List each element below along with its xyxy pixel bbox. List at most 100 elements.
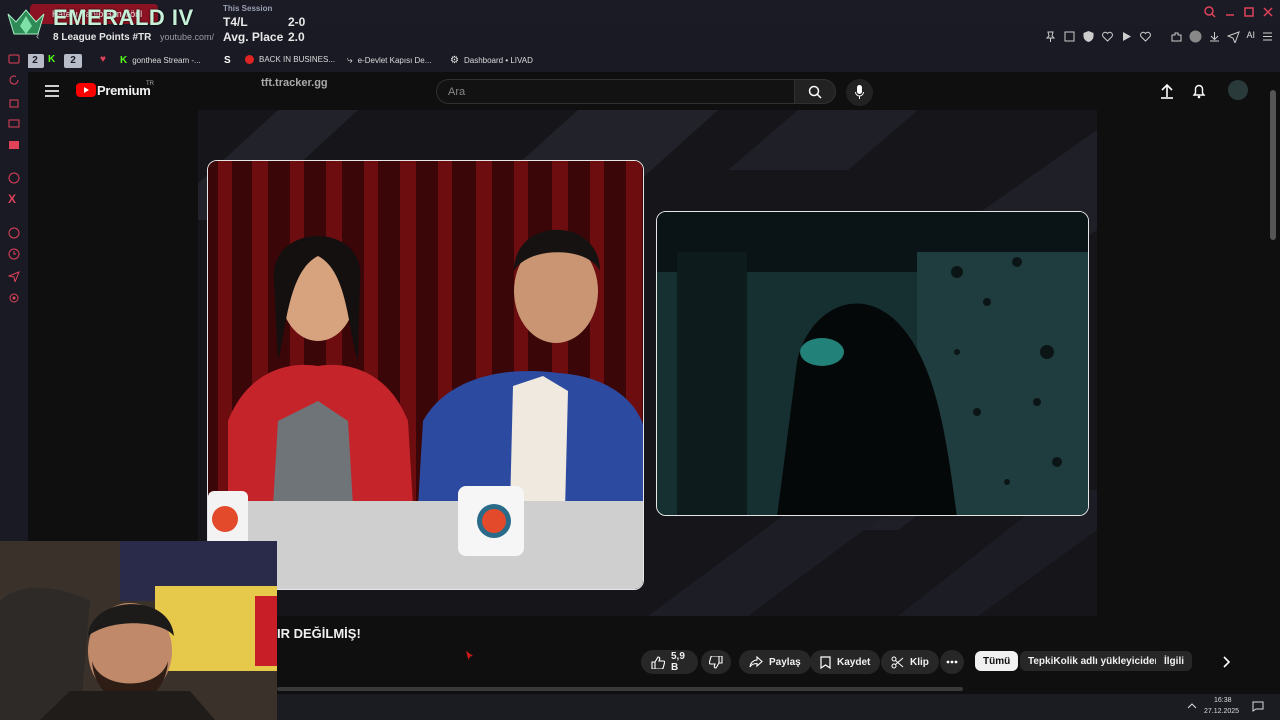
heart-outline-icon[interactable] bbox=[1101, 30, 1114, 43]
search-icon bbox=[808, 85, 822, 99]
close-icon[interactable] bbox=[1261, 5, 1275, 19]
thumbs-up-icon bbox=[651, 655, 665, 669]
heart-bookmark-icon[interactable]: ♥ bbox=[100, 54, 106, 65]
emerald-rank-icon bbox=[6, 8, 46, 40]
bookmark-label: BACK IN BUSINES... bbox=[259, 55, 336, 64]
avatar[interactable] bbox=[1228, 80, 1248, 100]
search-button[interactable] bbox=[794, 79, 836, 104]
bag-icon[interactable] bbox=[8, 96, 20, 108]
minimize-icon[interactable] bbox=[1223, 5, 1237, 19]
video-panel-hosts bbox=[207, 160, 644, 590]
maximize-icon[interactable] bbox=[1242, 5, 1256, 19]
ai-button[interactable]: AI bbox=[1246, 30, 1255, 43]
like-button[interactable]: 5,9 B bbox=[641, 650, 698, 674]
refresh-icon[interactable] bbox=[8, 74, 20, 86]
kick-icon: K bbox=[120, 55, 128, 66]
like-count: 5,9 B bbox=[671, 651, 685, 673]
profile-count-badge: 2 bbox=[26, 54, 44, 68]
webcam-feed bbox=[0, 541, 277, 720]
share-label: Paylaş bbox=[769, 656, 801, 668]
bookmark-item[interactable]: BACK IN BUSINES... bbox=[245, 55, 335, 64]
bookmark-item[interactable]: S bbox=[224, 55, 231, 66]
clock-icon[interactable] bbox=[8, 248, 20, 260]
bookmark-label: gonthea Stream -... bbox=[132, 56, 201, 65]
mail-icon[interactable] bbox=[8, 139, 20, 151]
download-icon[interactable] bbox=[1208, 30, 1221, 43]
clock-date[interactable]: 27.12.2025 bbox=[1204, 708, 1239, 715]
chip-related[interactable]: İlgili bbox=[1156, 651, 1192, 671]
link-icon: ⤷ bbox=[347, 55, 353, 66]
bookmark-label: Dashboard • LIVAD bbox=[463, 56, 533, 65]
clip-button[interactable]: Klip bbox=[881, 650, 939, 674]
scissors-icon bbox=[891, 656, 904, 669]
bookmark-label: e-Devlet Kapısı De... bbox=[357, 56, 432, 65]
microphone-icon bbox=[855, 85, 864, 99]
overlay-league-points: 8 League Points #TR bbox=[53, 32, 152, 43]
tracker-label: tft.tracker.gg bbox=[261, 77, 328, 89]
discord-icon[interactable] bbox=[8, 172, 20, 184]
record-icon bbox=[245, 55, 254, 64]
youtube-logo-text[interactable]: Premium bbox=[97, 83, 151, 98]
windows-taskbar: 16:38 27.12.2025 bbox=[277, 694, 1280, 720]
profile-count-badge: 2 bbox=[64, 54, 82, 68]
clip-label: Klip bbox=[910, 656, 929, 668]
vertical-scrollbar[interactable] bbox=[1270, 90, 1276, 240]
overlay-session-title: This Session bbox=[223, 4, 273, 13]
mouse-cursor-icon bbox=[466, 651, 473, 660]
extensions-icon[interactable] bbox=[1170, 30, 1183, 43]
dislike-button[interactable] bbox=[701, 650, 731, 674]
bookmark-item[interactable]: ⚙ Dashboard • LIVAD bbox=[450, 55, 533, 66]
notification-icon[interactable] bbox=[1252, 701, 1264, 712]
overlay-rank: EMERALD IV bbox=[53, 5, 194, 30]
bookmark-item[interactable]: K gonthea Stream -... bbox=[120, 55, 201, 66]
search-icon[interactable] bbox=[1203, 5, 1217, 19]
tray-expand-icon[interactable] bbox=[1187, 702, 1197, 710]
save-button[interactable]: Kaydet bbox=[810, 650, 881, 674]
x-icon[interactable]: X bbox=[8, 193, 20, 205]
send-icon[interactable] bbox=[1227, 30, 1241, 43]
bookmark-icon bbox=[820, 655, 831, 669]
voice-search-button[interactable] bbox=[846, 79, 873, 106]
hamburger-menu-icon[interactable] bbox=[45, 85, 59, 97]
settings-icon[interactable] bbox=[8, 292, 20, 304]
pin-icon[interactable] bbox=[1044, 30, 1057, 43]
play-circle-icon[interactable] bbox=[8, 227, 20, 239]
clock-time[interactable]: 16:38 bbox=[1214, 697, 1232, 704]
save-label: Kaydet bbox=[837, 656, 871, 668]
monitor-icon[interactable] bbox=[8, 118, 20, 130]
share-icon bbox=[749, 656, 763, 668]
twitch-icon[interactable] bbox=[8, 54, 20, 66]
menu-icon[interactable] bbox=[1261, 30, 1274, 43]
chip-all[interactable]: Tümü bbox=[975, 651, 1019, 671]
share-button[interactable]: Paylaş bbox=[739, 650, 811, 674]
heart-icon[interactable] bbox=[1139, 30, 1152, 43]
toolbar-spacer bbox=[1158, 30, 1164, 43]
play-icon[interactable] bbox=[1120, 30, 1133, 43]
overlay-stat-label: Avg. Place bbox=[223, 30, 284, 44]
upload-icon[interactable] bbox=[1160, 83, 1174, 99]
screenshot-icon[interactable] bbox=[1063, 30, 1076, 43]
dashboard-icon: ⚙ bbox=[450, 55, 459, 66]
search-input[interactable]: Ara bbox=[436, 79, 794, 104]
bookmarks-bar: 2 K 2 ♥ K gonthea Stream -... S BACK IN … bbox=[0, 50, 1280, 72]
more-actions-button[interactable] bbox=[940, 650, 964, 674]
toolbar-icons: AI bbox=[1044, 30, 1274, 43]
tft-rank-overlay: EMERALD IV 8 League Points #TR This Sess… bbox=[0, 0, 325, 50]
video-panel-clip bbox=[656, 211, 1089, 516]
overlay-stat-label: T4/L bbox=[223, 15, 248, 29]
shield-icon[interactable] bbox=[1082, 30, 1095, 43]
s-icon: S bbox=[224, 55, 231, 66]
youtube-logo-icon[interactable] bbox=[76, 83, 96, 97]
bookmark-item[interactable]: ⤷ e-Devlet Kapısı De... bbox=[347, 55, 431, 66]
send-icon[interactable] bbox=[8, 270, 20, 282]
notifications-bell-icon[interactable] bbox=[1192, 83, 1206, 99]
chip-uploader[interactable]: TepkiKolik adlı yükleyiciden bbox=[1020, 651, 1169, 671]
more-horizontal-icon bbox=[946, 660, 958, 664]
youtube-region: TR bbox=[146, 81, 154, 87]
chevron-right-icon[interactable] bbox=[1221, 655, 1231, 669]
thumbs-down-icon bbox=[709, 655, 723, 669]
overlay-stat-value: 2-0 bbox=[288, 15, 306, 29]
profile-avatar-icon[interactable] bbox=[1189, 30, 1202, 43]
video-title: IR DEĞİLMİŞ! bbox=[277, 626, 361, 641]
horizontal-scrollbar[interactable] bbox=[277, 687, 963, 691]
